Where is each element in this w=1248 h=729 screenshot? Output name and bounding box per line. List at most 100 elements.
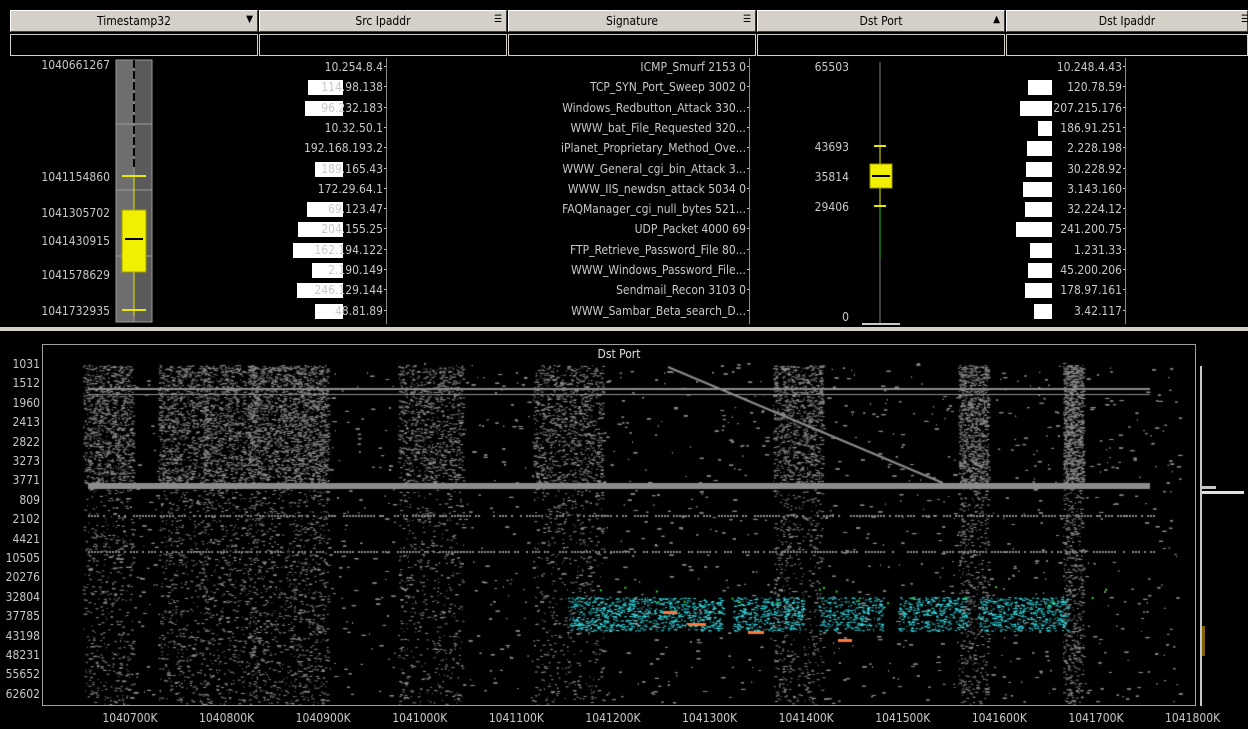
column-header-dst-ipaddr[interactable]: Dst Ipaddr ☰: [1006, 10, 1248, 32]
src-ipaddr-row[interactable]: 192.168.193.2: [259, 141, 383, 155]
dst-port-boxplot[interactable]: [852, 58, 912, 326]
src-ipaddr-row[interactable]: 246.129.144: [259, 283, 383, 297]
signature-panel[interactable]: ICMP_Smurf 2153 0 TCP_SYN_Port_Sweep 3002…: [508, 58, 756, 326]
x-tick-label: 1041200K: [585, 711, 641, 725]
src-ipaddr-row[interactable]: 162.194.122: [259, 243, 383, 257]
dst-ipaddr-row[interactable]: 207.215.176: [1006, 101, 1122, 115]
column-header-label: Src Ipaddr: [355, 14, 411, 28]
signature-row[interactable]: FAQManager_cgi_null_bytes 521...: [508, 202, 746, 216]
timestamp-panel[interactable]: 1040661267 1041154860 1041305702 1041430…: [10, 58, 258, 326]
dst-ipaddr-row[interactable]: 1.231.33: [1006, 243, 1122, 257]
src-ipaddr-row[interactable]: 204.155.25: [259, 222, 383, 236]
column-header-label: Signature: [605, 14, 659, 28]
dst-ipaddr-row[interactable]: 32.224.12: [1006, 202, 1122, 216]
plot-title: Dst Port: [597, 347, 641, 361]
src-ipaddr-row[interactable]: 189.165.43: [259, 162, 383, 176]
filter-field-dst-ipaddr[interactable]: [1006, 34, 1248, 56]
signature-row[interactable]: WWW_General_cgi_bin_Attack 3...: [508, 162, 746, 176]
src-ipaddr-row[interactable]: 10.32.50.1: [259, 121, 383, 135]
filter-field-src-ipaddr[interactable]: [259, 34, 507, 56]
signature-row[interactable]: WWW_Sambar_Beta_search_D...: [508, 304, 746, 318]
dst-ipaddr-row[interactable]: 45.200.206: [1006, 263, 1122, 277]
y-tick-label: 48231: [5, 648, 40, 662]
signature-row[interactable]: WWW_Windows_Password_File...: [508, 263, 746, 277]
scatter-view[interactable]: 1031 1512 1960 2413 2822 3273 3771 809 2102 4421 1…: [0, 331, 1248, 729]
marginal-histogram: [1200, 366, 1244, 706]
timestamp-tick: 1041732935: [41, 304, 110, 318]
dst-ipaddr-row[interactable]: 178.97.161: [1006, 283, 1122, 297]
signature-row[interactable]: Windows_Redbutton_Attack 330...: [508, 101, 746, 115]
dst-ipaddr-panel[interactable]: 10.248.4.43 120.78.59 207.215.176 186.91.25…: [1006, 58, 1248, 326]
y-tick-label: 1960: [12, 395, 40, 410]
y-tick-label: 4421: [12, 531, 40, 546]
timestamp-boxplot[interactable]: [112, 58, 156, 326]
timestamp-tick: 1041578629: [41, 268, 110, 282]
scatter-points[interactable]: [43, 345, 1195, 705]
y-tick-label: 1031: [12, 357, 40, 371]
column-menu-icon[interactable]: ☰: [494, 14, 502, 26]
signature-row[interactable]: UDP_Packet 4000 69: [508, 222, 746, 236]
x-tick-label: 1041500K: [875, 711, 931, 725]
timestamp-tick: 1041430915: [41, 234, 110, 248]
dst-ipaddr-row[interactable]: 10.248.4.43: [1006, 60, 1122, 74]
signature-row[interactable]: ICMP_Smurf 2153 0: [508, 60, 746, 74]
dst-ipaddr-row[interactable]: 3.42.117: [1006, 304, 1122, 318]
column-header-label: Dst Ipaddr: [1098, 14, 1156, 28]
y-tick-label: 809: [19, 492, 40, 507]
x-tick-label: 1041600K: [971, 711, 1027, 725]
axis-line: [386, 58, 387, 324]
dst-ipaddr-row[interactable]: 30.228.92: [1006, 162, 1122, 176]
y-tick-label: 3771: [12, 473, 40, 488]
src-ipaddr-panel[interactable]: 10.254.8.4 114.98.138 96.232.183 10.32.50.1…: [259, 58, 507, 326]
signature-row[interactable]: WWW_bat_File_Requested 320...: [508, 121, 746, 135]
src-ipaddr-row[interactable]: 114.98.138: [259, 80, 383, 94]
signature-row[interactable]: Sendmail_Recon 3103 0: [508, 283, 746, 297]
column-menu-icon[interactable]: ☰: [743, 14, 751, 26]
filter-field-dst-port[interactable]: [757, 34, 1005, 56]
dst-ipaddr-row[interactable]: 241.200.75: [1006, 222, 1122, 236]
y-tick-label: 2102: [12, 512, 40, 527]
y-tick-label: 2413: [12, 415, 40, 430]
axis-line: [1125, 58, 1126, 324]
y-tick-label: 32804: [5, 589, 40, 604]
y-tick-label: 2822: [12, 434, 40, 449]
column-header-signature[interactable]: Signature ☰: [508, 10, 756, 32]
y-tick-label: 37785: [5, 609, 40, 624]
column-menu-icon[interactable]: ☰: [1241, 14, 1248, 26]
dst-ipaddr-row[interactable]: 186.91.251: [1006, 121, 1122, 135]
signature-row[interactable]: FTP_Retrieve_Password_File 80...: [508, 243, 746, 257]
src-ipaddr-row[interactable]: 10.254.8.4: [259, 60, 383, 74]
dst-ipaddr-row[interactable]: 3.143.160: [1006, 182, 1122, 196]
src-ipaddr-row[interactable]: 96.232.183: [259, 101, 383, 115]
timestamp-tick: 1041154860: [41, 170, 110, 184]
src-ipaddr-row[interactable]: 2.190.149: [259, 263, 383, 277]
dst-port-panel[interactable]: 65503 43693 35814 29406 0: [757, 58, 1005, 326]
filter-field-timestamp32[interactable]: [10, 34, 258, 56]
src-ipaddr-row[interactable]: 172.29.64.1: [259, 182, 383, 196]
dst-ipaddr-row[interactable]: 120.78.59: [1006, 80, 1122, 94]
y-tick-label: 20276: [5, 570, 40, 585]
signature-row[interactable]: TCP_SYN_Port_Sweep 3002 0: [508, 80, 746, 94]
dst-ipaddr-row[interactable]: 2.228.198: [1006, 141, 1122, 155]
scatter-plot-area[interactable]: Dst Port: [42, 344, 1196, 706]
dst-port-tick: 0: [842, 310, 849, 324]
x-tick-label: 1041700K: [1068, 711, 1124, 725]
x-tick-label: 1040800K: [199, 711, 255, 725]
signature-row[interactable]: iPlanet_Proprietary_Method_Ove...: [508, 141, 746, 155]
sort-desc-icon[interactable]: ▼: [246, 14, 253, 26]
axis-line: [749, 58, 750, 324]
x-tick-label: 1041400K: [778, 711, 834, 725]
signature-row[interactable]: WWW_IIS_newdsn_attack 5034 0: [508, 182, 746, 196]
column-header-label: Dst Port: [859, 14, 903, 28]
column-header-timestamp32[interactable]: Timestamp32 ▼: [10, 10, 258, 32]
y-tick-label: 55652: [5, 667, 40, 682]
filter-field-signature[interactable]: [508, 34, 756, 56]
column-header-dst-port[interactable]: Dst Port ▲: [757, 10, 1005, 32]
x-tick-label: 1040700K: [102, 711, 158, 725]
x-tick-label: 1040900K: [295, 711, 351, 725]
sort-asc-icon[interactable]: ▲: [993, 14, 1000, 26]
dst-port-tick: 35814: [814, 170, 849, 184]
column-header-src-ipaddr[interactable]: Src Ipaddr ☰: [259, 10, 507, 32]
src-ipaddr-row[interactable]: 48.81.89: [259, 304, 383, 318]
src-ipaddr-row[interactable]: 69.123.47: [259, 202, 383, 216]
